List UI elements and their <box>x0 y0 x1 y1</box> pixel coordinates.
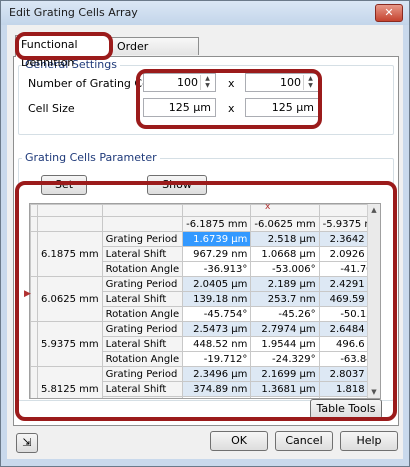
x-axis-marker: x <box>265 203 271 212</box>
cells-x-value: 100 <box>177 76 198 89</box>
ok-button[interactable]: OK <box>210 431 268 451</box>
grid-corner-cell <box>182 204 252 217</box>
grid-cell[interactable]: -36.913° <box>182 261 252 277</box>
times-label-2: x <box>228 102 235 115</box>
cell-size-label: Cell Size <box>28 102 75 115</box>
grid-cell[interactable]: -45.26° <box>250 306 320 322</box>
grid-corner-cell <box>101 204 184 217</box>
grid-vertical-scrollbar[interactable]: ▲ ▼ <box>367 204 380 398</box>
grid-cell[interactable]: -53.006° <box>250 261 320 277</box>
grid-row-indicator[interactable] <box>30 231 38 277</box>
grid-cell[interactable]: 2.3496 µm <box>182 366 252 382</box>
parameter-name: Grating Period <box>101 276 184 292</box>
grid-corner-cell <box>250 204 320 217</box>
tab-order-configuration[interactable]: Order Configuration <box>111 37 199 71</box>
grid-cell[interactable]: -49.015° <box>182 396 252 398</box>
set-button[interactable]: Set <box>41 175 87 195</box>
parameter-name: Lateral Shift <box>101 381 184 397</box>
show-button[interactable]: Show <box>147 175 207 195</box>
export-icon-button[interactable]: ⇲ <box>16 433 38 453</box>
table-tools-button[interactable]: Table Tools <box>310 399 382 419</box>
spinner-arrows-icon[interactable]: ▲ ▼ <box>303 75 317 90</box>
grid-cell[interactable]: 2.1699 µm <box>250 366 320 382</box>
grid-corner-row <box>30 204 380 217</box>
parameter-name: Lateral Shift <box>101 336 184 352</box>
grid-cell[interactable]: -49.143° <box>250 396 320 398</box>
spinner-arrows-icon[interactable]: ▲ ▼ <box>200 75 214 90</box>
column-header[interactable]: -6.0625 mm <box>250 216 320 232</box>
grid-cell[interactable]: -19.712° <box>182 351 252 367</box>
grid-cell[interactable]: 1.6739 µm <box>182 231 252 247</box>
dialog-window: Edit Grating Cells Array ✕ Functional De… <box>0 0 410 467</box>
grid-cell[interactable]: 253.7 nm <box>250 291 320 307</box>
row-position-header[interactable]: 5.9375 mm <box>37 321 103 367</box>
cancel-button[interactable]: Cancel <box>275 431 333 451</box>
grid-corner-cell <box>30 204 38 217</box>
tab-functional-definition[interactable]: Functional Definition <box>15 35 111 69</box>
scroll-up-icon[interactable]: ▲ <box>368 204 380 216</box>
grid-header-row: -6.1875 mm -6.0625 mm -5.9375 mm <box>30 216 380 232</box>
cell-size-y-value: 125 µm <box>271 101 314 114</box>
cell-size-x-field[interactable]: 125 µm <box>143 98 216 117</box>
scroll-down-icon[interactable]: ▼ <box>368 386 380 398</box>
parameter-name: Grating Period <box>101 321 184 337</box>
parameter-name: Rotation Angle <box>101 306 184 322</box>
grating-cells-parameter-title: Grating Cells Parameter <box>22 151 160 164</box>
cell-size-y-field[interactable]: 125 µm <box>245 98 319 117</box>
grid-cell[interactable]: 2.518 µm <box>250 231 320 247</box>
grid-row-indicator[interactable] <box>30 276 38 322</box>
table-row: 5.8125 mm Grating Period 2.3496 µm 2.1699 µ… <box>30 366 380 398</box>
grid-cell[interactable]: -45.754° <box>182 306 252 322</box>
parameter-name: Rotation Angle <box>101 396 184 398</box>
grid-cell[interactable]: 2.189 µm <box>250 276 320 292</box>
number-of-cells-label: Number of Grating Cells <box>28 77 161 90</box>
grid-cell[interactable]: 967.29 nm <box>182 246 252 262</box>
cell-size-x-value: 125 µm <box>168 101 211 114</box>
window-title: Edit Grating Cells Array <box>9 6 138 19</box>
table-row: 6.1875 mm Grating Period 1.6739 µm 2.518 µm… <box>30 231 380 277</box>
parameter-name: Lateral Shift <box>101 246 184 262</box>
grid-row-indicator[interactable] <box>30 321 38 367</box>
row-position-header[interactable]: 6.0625 mm <box>37 276 103 322</box>
row-position-header[interactable]: 5.8125 mm <box>37 366 103 398</box>
grid-corner-cell <box>30 216 38 232</box>
help-button[interactable]: Help <box>340 431 398 451</box>
row-pointer-icon: ▶ <box>24 289 31 299</box>
parameter-name: Grating Period <box>101 366 184 382</box>
grid-corner-cell <box>101 216 184 232</box>
export-icon: ⇲ <box>22 436 32 449</box>
grid-row-indicator[interactable] <box>30 366 38 398</box>
parameter-grid[interactable]: -6.1875 mm -6.0625 mm -5.9375 mm 6.1875 mm G… <box>29 203 381 399</box>
grid-corner-cell <box>37 204 103 217</box>
grid-cell[interactable]: 448.52 nm <box>182 336 252 352</box>
grid-table: -6.1875 mm -6.0625 mm -5.9375 mm 6.1875 mm G… <box>30 204 380 398</box>
grid-cell[interactable]: -24.329° <box>250 351 320 367</box>
parameter-name: Grating Period <box>101 231 184 247</box>
times-label: x <box>228 77 235 90</box>
dialog-client: Functional Definition Order Configuratio… <box>7 25 403 459</box>
grid-cell[interactable]: 1.0668 µm <box>250 246 320 262</box>
parameter-name: Lateral Shift <box>101 291 184 307</box>
table-row: 5.9375 mm Grating Period 2.5473 µm 2.7974 µ… <box>30 321 380 367</box>
grid-cell[interactable]: 139.18 nm <box>182 291 252 307</box>
cells-y-spinner[interactable]: 100 ▲ ▼ <box>245 73 319 92</box>
grid-cell[interactable]: 2.0405 µm <box>182 276 252 292</box>
close-button[interactable]: ✕ <box>375 4 403 22</box>
grid-cell[interactable]: 2.5473 µm <box>182 321 252 337</box>
table-row: 6.0625 mm Grating Period 2.0405 µm 2.189 µm… <box>30 276 380 322</box>
title-bar[interactable]: Edit Grating Cells Array ✕ <box>1 1 409 25</box>
grid-cell[interactable]: 374.89 nm <box>182 381 252 397</box>
parameter-name: Rotation Angle <box>101 261 184 277</box>
grid-cell[interactable]: 1.3681 µm <box>250 381 320 397</box>
column-header[interactable]: -6.1875 mm <box>182 216 252 232</box>
cells-x-spinner[interactable]: 100 ▲ ▼ <box>143 73 216 92</box>
grid-cell[interactable]: 2.7974 µm <box>250 321 320 337</box>
grid-corner-cell <box>37 216 103 232</box>
row-position-header[interactable]: 6.1875 mm <box>37 231 103 277</box>
grid-cell[interactable]: 1.9544 µm <box>250 336 320 352</box>
cells-y-value: 100 <box>280 76 301 89</box>
parameter-name: Rotation Angle <box>101 351 184 367</box>
